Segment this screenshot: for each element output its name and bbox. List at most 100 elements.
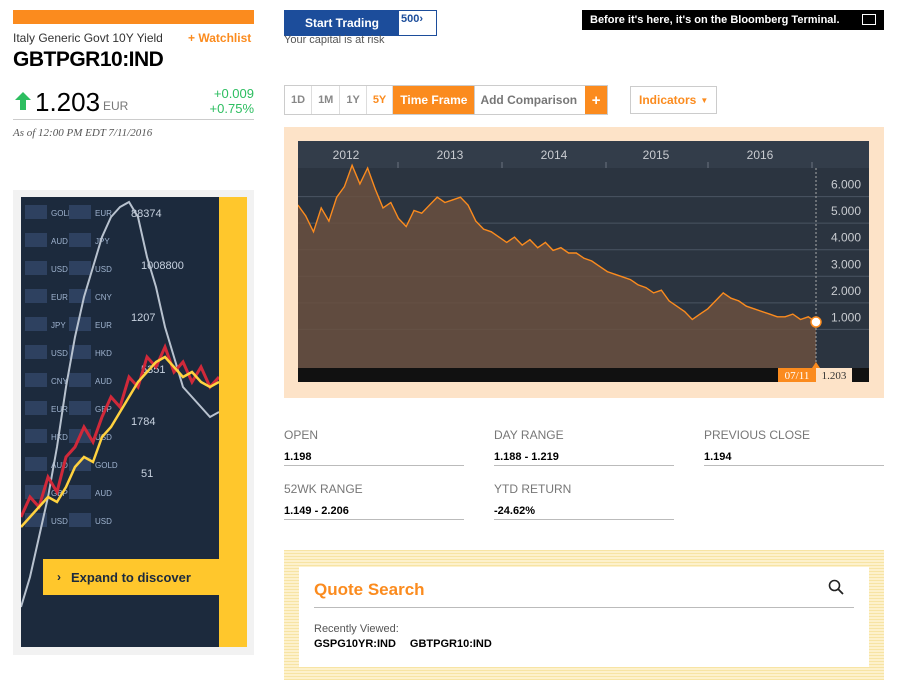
board-label: USD	[51, 265, 68, 274]
board-label: EUR	[51, 293, 68, 302]
board-number: 1784	[131, 416, 155, 428]
data-point	[745, 305, 748, 307]
data-point	[637, 284, 639, 286]
search-icon[interactable]	[828, 579, 844, 595]
data-point	[799, 318, 802, 321]
stat-label: DAY RANGE	[494, 428, 564, 442]
data-point	[738, 300, 740, 302]
stat-52wk-range: 52WK RANGE 1.149 - 2.206	[284, 482, 464, 520]
board-cell	[69, 401, 91, 415]
stat-value: 1.198	[284, 451, 312, 463]
caret-down-icon: ▼	[700, 95, 709, 105]
data-point	[413, 209, 415, 212]
board-label: USD	[95, 517, 112, 526]
recent-link[interactable]: GSPG10YR:IND	[314, 638, 396, 650]
stat-value: 1.149 - 2.206	[284, 505, 349, 517]
quote-search-panel: Quote Search Recently Viewed: GSPG10YR:I…	[284, 550, 884, 680]
price-row: 1.203 EUR +0.009 +0.75%	[13, 86, 254, 120]
ad-cta-label: Expand to discover	[71, 569, 191, 585]
add-comparison-button[interactable]: Add Comparison	[474, 86, 585, 114]
as-of-timestamp: As of 12:00 PM EDT 7/11/2016	[13, 127, 153, 139]
timeframe-selector: 1D 1M 1Y 5Y Time Frame Add Comparison +	[284, 85, 609, 115]
start-trading-ad[interactable]: Start Trading 500›	[284, 10, 437, 36]
time-frame-button[interactable]: Time Frame	[392, 86, 475, 114]
board-cell	[25, 205, 47, 219]
board-label: USD	[95, 265, 112, 274]
expand-to-discover-button[interactable]: › Expand to discover	[43, 559, 223, 595]
broker-logo: 500›	[401, 13, 423, 25]
board-cell	[25, 401, 47, 415]
stat-value: 1.194	[704, 451, 732, 463]
start-trading-button[interactable]: Start Trading	[285, 11, 399, 35]
data-point	[544, 241, 547, 243]
data-point	[467, 204, 469, 206]
add-comparison-plus-button[interactable]: +	[585, 86, 608, 114]
data-point	[490, 231, 492, 233]
data-point	[567, 252, 570, 254]
last-point-marker	[810, 316, 822, 328]
data-point	[428, 204, 431, 206]
y-tick-label: 4.000	[831, 231, 861, 245]
board-number: 51	[141, 468, 153, 480]
chart-xaxis-band	[298, 141, 869, 168]
data-point	[761, 310, 763, 313]
board-cell	[69, 373, 91, 387]
timeframe-1m-button[interactable]: 1M	[311, 86, 339, 114]
indicators-dropdown[interactable]: Indicators ▼	[630, 86, 717, 114]
board-cell	[69, 289, 91, 303]
data-point	[699, 313, 701, 315]
board-label: AUD	[95, 377, 112, 386]
chevron-right-icon: ›	[419, 13, 424, 25]
data-point	[366, 167, 369, 169]
board-label: EUR	[95, 321, 112, 330]
y-tick-label: 1.000	[831, 310, 861, 324]
ad-banner[interactable]: GOLD EUR AUD JPY USD USD EUR CNY JPY EUR USD HKD CNY…	[13, 190, 254, 655]
stat-previous-close: PREVIOUS CLOSE 1.194	[704, 428, 884, 466]
ad-stripe	[219, 197, 247, 647]
last-value-label: 1.203	[822, 370, 847, 382]
stat-ytd-return: YTD RETURN -24.62%	[494, 482, 674, 520]
data-point	[320, 207, 322, 209]
y-tick-label: 3.000	[831, 257, 861, 271]
price-value: 1.203	[35, 87, 101, 117]
ad-image[interactable]: GOLD EUR AUD JPY USD USD EUR CNY JPY EUR USD HKD CNY…	[21, 197, 247, 647]
timeframe-5y-button[interactable]: 5Y	[365, 86, 392, 114]
quote-search-title: Quote Search	[314, 580, 425, 599]
data-point	[390, 201, 392, 204]
data-point	[506, 241, 508, 243]
x-tick-label: 2015	[643, 148, 670, 162]
board-label: EUR	[95, 209, 112, 218]
data-point	[583, 257, 585, 259]
data-point	[668, 300, 670, 302]
data-point	[784, 316, 786, 318]
brand-bar	[13, 10, 254, 24]
board-label: HKD	[95, 349, 112, 358]
data-point	[676, 305, 678, 307]
data-point	[730, 297, 732, 299]
timeframe-1d-button[interactable]: 1D	[285, 86, 311, 114]
recent-link[interactable]: GBTPGR10:IND	[410, 638, 492, 650]
data-point	[305, 215, 307, 217]
data-point	[529, 239, 531, 241]
change-percent: +0.75%	[209, 101, 254, 116]
watchlist-button[interactable]: + Watchlist	[188, 31, 251, 45]
last-date-label: 07/11	[785, 370, 810, 382]
bloomberg-terminal-ad[interactable]: Before it's here, it's on the Bloomberg …	[582, 10, 884, 30]
board-cell	[69, 261, 91, 275]
data-point	[405, 225, 407, 228]
currency-label: EUR	[103, 99, 129, 113]
board-label: USD	[51, 349, 68, 358]
data-point	[707, 308, 709, 310]
recently-viewed-list: GSPG10YR:IND GBTPGR10:IND	[314, 638, 492, 650]
data-point	[753, 308, 755, 310]
board-number: 1207	[131, 312, 155, 324]
data-point	[537, 247, 539, 249]
divider	[314, 607, 854, 608]
data-point	[776, 316, 778, 318]
stat-day-range: DAY RANGE 1.188 - 1.219	[494, 428, 674, 466]
up-arrow-icon	[15, 92, 31, 110]
timeframe-1y-button[interactable]: 1Y	[339, 86, 365, 114]
data-point	[606, 271, 608, 273]
price-chart[interactable]: 6.000 5.000 4.000 3.000 2.000 1.000 2012 2013 20…	[298, 141, 869, 382]
board-cell	[69, 205, 91, 219]
